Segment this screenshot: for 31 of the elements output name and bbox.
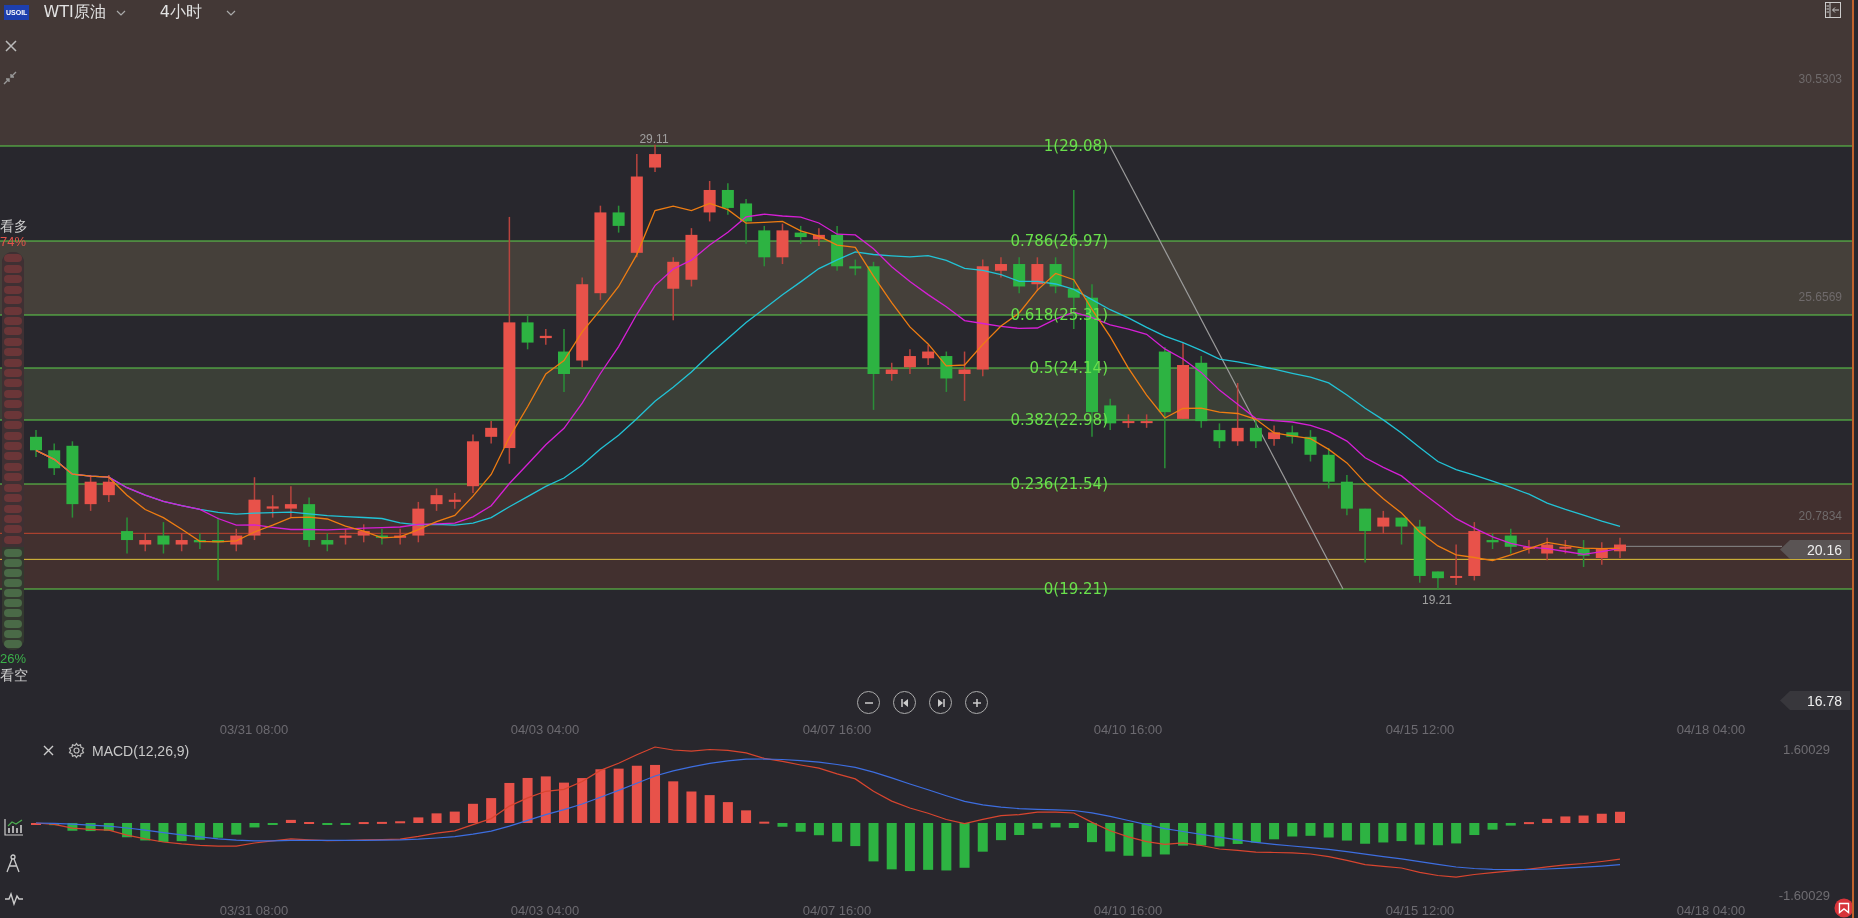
- bearish-percent: 26%: [0, 651, 27, 666]
- current-price-tag: 20.16: [1780, 540, 1850, 559]
- time-axis-label: 04/15 12:00: [1385, 722, 1455, 737]
- low-price-label: 19.21: [1422, 593, 1452, 607]
- time-axis-label: 04/03 04:00: [510, 903, 580, 918]
- time-axis-label: 04/07 16:00: [802, 903, 872, 918]
- cursor-price-tag: 16.78: [1780, 691, 1850, 710]
- indicator-title: MACD(12,26,9): [92, 743, 190, 759]
- time-axis-label: 04/03 04:00: [510, 722, 580, 737]
- fibonacci-label: 0.786(26.97): [1010, 232, 1108, 250]
- fibonacci-label: 0.236(21.54): [1010, 475, 1108, 493]
- time-axis-label: 04/10 16:00: [1093, 722, 1163, 737]
- bullish-label: 看多: [0, 218, 28, 236]
- time-axis-label: 04/18 04:00: [1676, 903, 1746, 918]
- price-axis-label: 20.7834: [1798, 509, 1842, 523]
- macd-axis-label: -1.60029: [1778, 888, 1830, 903]
- bullish-percent: 74%: [0, 234, 27, 249]
- time-axis-label: 03/31 08:00: [219, 722, 289, 737]
- time-axis-label: 04/10 16:00: [1093, 903, 1163, 918]
- time-axis-label: 04/18 04:00: [1676, 722, 1746, 737]
- symbol-selector[interactable]: WTI原油: [39, 2, 130, 23]
- time-axis-label: 04/15 12:00: [1385, 903, 1455, 918]
- bearish-label: 看空: [0, 667, 28, 685]
- fibonacci-label: 1(29.08): [1043, 137, 1108, 155]
- macd-axis-label: 1.60029: [1783, 742, 1830, 757]
- time-axis-label: 04/07 16:00: [802, 722, 872, 737]
- high-price-label: 29.11: [639, 132, 669, 146]
- fibonacci-label: 0(19.21): [1043, 580, 1108, 598]
- time-axis-label: 03/31 08:00: [219, 903, 289, 918]
- timeframe-selector[interactable]: 4小时: [155, 2, 240, 23]
- fibonacci-label: 0.382(22.98): [1010, 411, 1108, 429]
